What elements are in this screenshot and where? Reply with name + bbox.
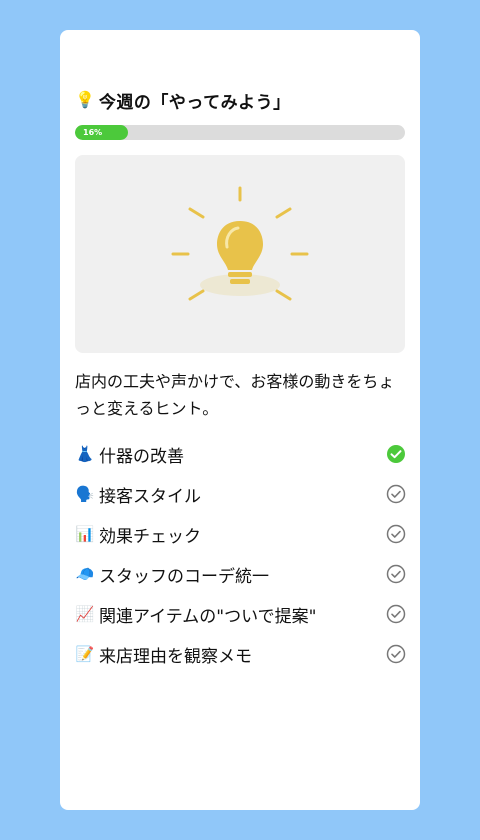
check-outline-icon[interactable] [386,604,406,624]
task-label: スタッフのコーデ統一 [99,566,269,587]
description-text: 店内の工夫や声かけで、お客様の動きをちょっと変えるヒント。 [75,372,395,418]
task-label: 什器の改善 [99,446,184,467]
lightbulb-illustration-icon [171,186,309,301]
task-item-left: 📊 効果チェック [75,522,201,547]
dress-icon: 👗 [75,445,95,463]
task-item-left: 👗 什器の改善 [75,442,184,467]
task-item[interactable]: 👗 什器の改善 [75,434,406,474]
check-outline-icon[interactable] [386,564,406,584]
check-outline-icon[interactable] [386,644,406,664]
lightbulb-icon: 💡 [75,90,95,109]
task-item[interactable]: 🧢 スタッフのコーデ統一 [75,554,406,594]
hero-illustration [75,155,405,353]
task-label: 来店理由を観察メモ [99,646,252,667]
card-title: 今週の「やってみよう」 [98,92,291,113]
task-item[interactable]: 📊 効果チェック [75,514,406,554]
check-filled-icon[interactable] [386,444,406,464]
cap-icon: 🧢 [75,565,95,583]
check-outline-icon[interactable] [386,484,406,504]
speaking-head-icon: 🗣️ [75,485,95,503]
task-label: 接客スタイル [99,486,201,507]
progress-bar: 16% [75,125,405,140]
task-item[interactable]: 🗣️ 接客スタイル [75,474,406,514]
task-label: 関連アイテムの"ついで提案" [99,606,317,627]
check-outline-icon[interactable] [386,524,406,544]
bar-chart-icon: 📊 [75,525,95,543]
progress-label: 16% [83,128,103,137]
task-list: 👗 什器の改善 🗣️ 接客スタイル 📊 効果チェック 🧢 スタッフのコーデ統一 📈 関連アイテムの… [75,434,406,674]
task-item-left: 🧢 スタッフのコーデ統一 [75,562,269,587]
progress-fill: 16% [75,125,128,140]
task-label: 効果チェック [99,526,201,547]
task-item[interactable]: 📝 来店理由を観察メモ [75,634,406,674]
chart-increasing-icon: 📈 [75,605,95,623]
task-item-left: 📈 関連アイテムの"ついで提案" [75,602,317,627]
task-item[interactable]: 📈 関連アイテムの"ついで提案" [75,594,406,634]
task-item-left: 🗣️ 接客スタイル [75,482,201,507]
task-card: 💡 今週の「やってみよう」 16% 店内の工夫や声かけで、お客様の動きをちょっと… [60,30,420,810]
task-item-left: 📝 来店理由を観察メモ [75,642,252,667]
card-heading: 💡 今週の「やってみよう」 [75,88,291,113]
memo-icon: 📝 [75,645,95,663]
